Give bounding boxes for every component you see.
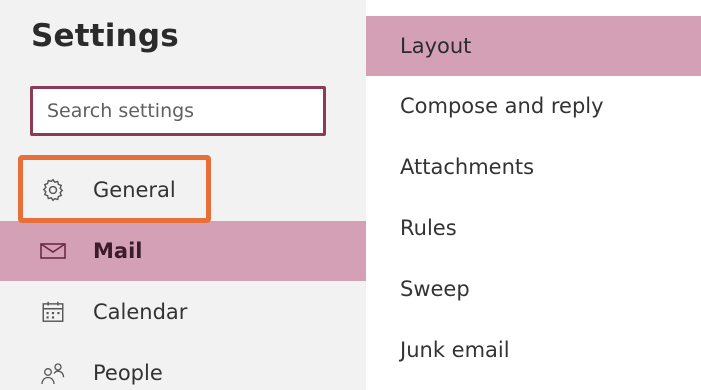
submenu-item-rules[interactable]: Rules (366, 198, 701, 258)
submenu-item-attachments[interactable]: Attachments (366, 137, 701, 197)
submenu-item-label: Compose and reply (400, 94, 604, 118)
nav-item-label: Calendar (93, 300, 188, 324)
people-icon (38, 358, 68, 388)
submenu-item-label: Rules (400, 216, 457, 240)
submenu-item-layout[interactable]: Layout (366, 16, 701, 76)
submenu-item-label: Attachments (400, 155, 535, 179)
submenu-item-sweep[interactable]: Sweep (366, 259, 701, 319)
gear-icon (38, 175, 68, 205)
settings-nav-pane: Settings General Mail (0, 0, 366, 390)
submenu-item-compose-and-reply[interactable]: Compose and reply (366, 76, 701, 136)
search-input[interactable] (30, 86, 326, 136)
nav-item-calendar[interactable]: Calendar (0, 282, 366, 342)
nav-item-label: General (93, 178, 176, 202)
mail-submenu-pane: Layout Compose and reply Attachments Rul… (366, 0, 701, 390)
page-title: Settings (31, 18, 179, 54)
mail-icon (38, 236, 68, 266)
calendar-icon (38, 297, 68, 327)
submenu-item-label: Layout (400, 34, 472, 58)
nav-item-label: People (93, 361, 163, 385)
nav-item-mail[interactable]: Mail (0, 221, 366, 281)
nav-item-label: Mail (93, 239, 143, 263)
nav-item-people[interactable]: People (0, 343, 366, 390)
submenu-item-junk-email[interactable]: Junk email (366, 320, 701, 380)
submenu-item-label: Junk email (400, 338, 510, 362)
settings-window: Settings General Mail (0, 0, 701, 390)
nav-item-general[interactable]: General (0, 160, 366, 220)
submenu-item-label: Sweep (400, 277, 470, 301)
